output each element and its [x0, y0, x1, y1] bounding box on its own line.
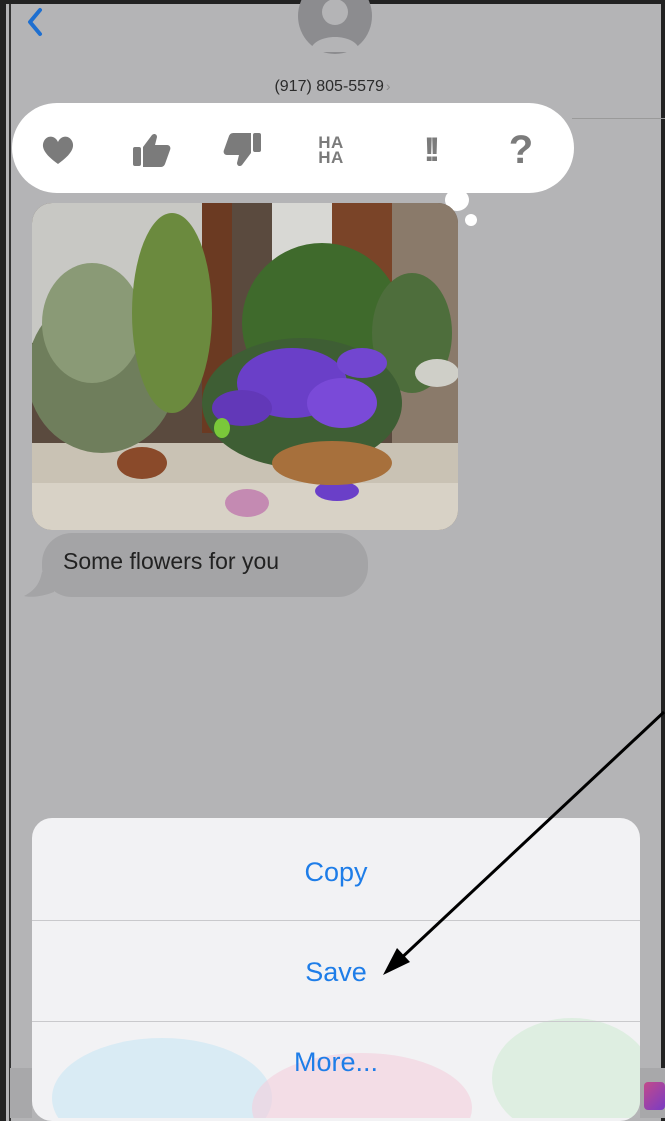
question-mark-icon: ? — [508, 127, 534, 172]
thumbs-down-icon — [223, 133, 261, 167]
contact-phone-number: (917) 805-5579 — [274, 78, 384, 95]
tapback-heart[interactable] — [33, 126, 83, 174]
copy-button[interactable]: Copy — [32, 822, 640, 922]
thumbs-up-icon — [133, 133, 171, 167]
chevron-left-icon — [28, 8, 42, 36]
app-drawer-icon[interactable] — [644, 1082, 665, 1110]
flowers-photo[interactable] — [32, 203, 458, 530]
composer-bar-left — [10, 1068, 32, 1118]
tapback-haha[interactable]: HA HA — [306, 126, 356, 174]
back-button[interactable] — [22, 6, 52, 46]
save-button[interactable]: Save — [32, 922, 640, 1022]
tapback-question[interactable]: ? — [496, 126, 546, 174]
double-exclamation-icon: !! — [423, 130, 440, 169]
message-text: Some flowers for you — [63, 548, 280, 574]
action-sheet: Copy Save More... — [32, 818, 640, 1121]
heart-icon — [42, 136, 74, 164]
contact-header[interactable]: (917) 805-5579 › — [0, 78, 665, 96]
flowers-image — [32, 203, 458, 530]
contact-avatar[interactable] — [296, 0, 374, 54]
tapback-tail-dot — [465, 214, 477, 226]
person-silhouette-icon — [298, 0, 372, 54]
tapback-thumbs-down[interactable] — [218, 126, 268, 174]
contact-details-chevron-icon: › — [385, 78, 391, 94]
header-divider — [572, 118, 665, 119]
haha-icon: HA HA — [318, 133, 344, 167]
sheet-divider — [32, 920, 640, 921]
tapback-thumbs-up[interactable] — [126, 126, 176, 174]
tapback-menu — [12, 103, 574, 193]
tapback-emphasize[interactable]: !! — [404, 126, 454, 174]
more-button[interactable]: More... — [32, 1012, 640, 1112]
frame-inner-line — [9, 4, 11, 1121]
